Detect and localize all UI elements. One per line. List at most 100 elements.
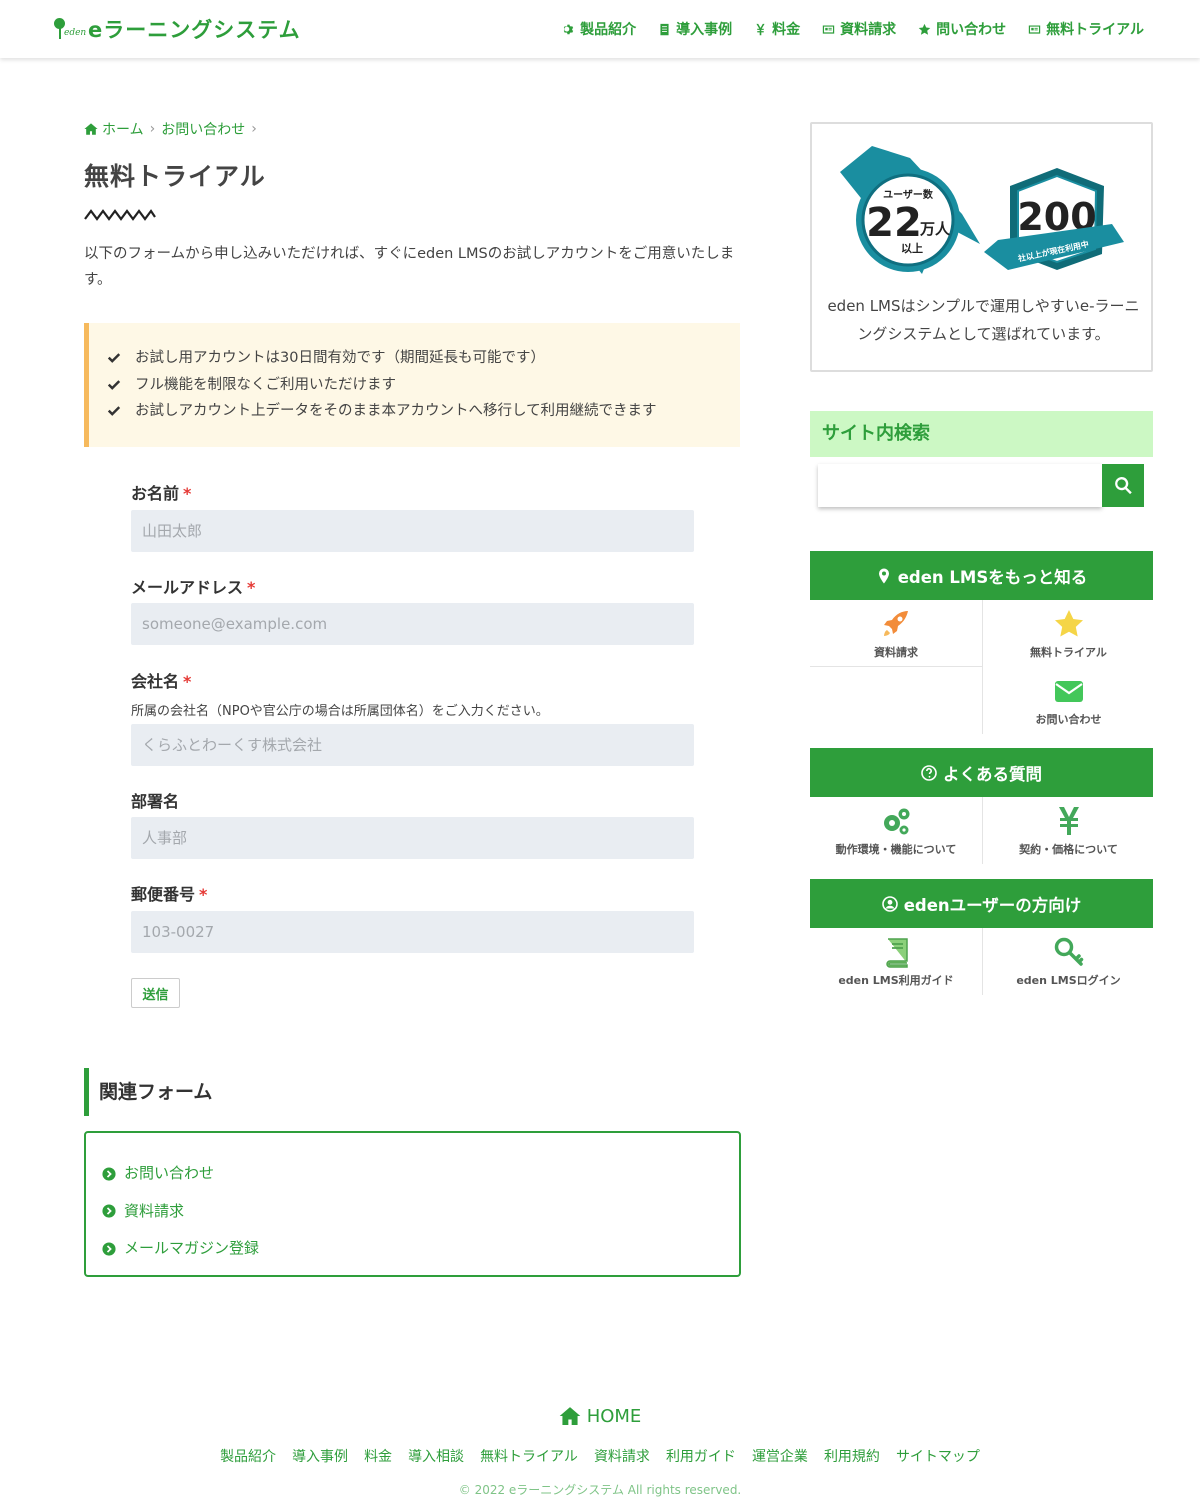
- related-forms-box: お問い合わせ 資料請求 メールマガジン登録: [84, 1131, 741, 1277]
- tile-contact[interactable]: お問い合わせ: [982, 667, 1154, 734]
- related-link-brochure[interactable]: 資料請求: [102, 1193, 739, 1231]
- site-search-input[interactable]: [818, 464, 1102, 507]
- copyright: © 2022 eラーニングシステム All rights reserved.: [458, 1483, 742, 1497]
- gears-icon: [884, 808, 910, 835]
- user-circle-icon: [881, 895, 898, 912]
- award-badges: ユーザー数 22 万人 以上 200 社以上が現在利用中: [840, 146, 1124, 274]
- envelope-icon: [1054, 681, 1083, 702]
- notice-item: お試しアカウント上データをそのまま本アカウントへ移行して利用継続できます: [107, 398, 740, 425]
- gear-icon: [563, 24, 574, 34]
- related-forms-title: 関連フォーム: [84, 1068, 212, 1116]
- nav-item-cases[interactable]: 導入事例: [658, 19, 732, 39]
- required-mark: *: [183, 672, 192, 691]
- circle-chevron-right-icon: [102, 1204, 116, 1218]
- name-input[interactable]: [131, 510, 694, 552]
- award-caption: eden LMSはシンプルで運用しやすいe-ラーニングシステムとして選ばれていま…: [827, 297, 1140, 343]
- footer-link[interactable]: 製品紹介: [220, 1446, 276, 1466]
- rocket-icon: [884, 611, 908, 636]
- company-help-text: 所属の会社名（NPOや官公庁の場合は所属団体名）をご入力ください。: [131, 704, 549, 719]
- footer-home-link[interactable]: HOME: [0, 1405, 1200, 1427]
- site-header: eden eラーニングシステム 製品紹介 導入事例 料金 資料請求 問い合わせ …: [0, 0, 1200, 58]
- circle-chevron-right-icon: [102, 1242, 116, 1256]
- home-icon: [559, 1407, 580, 1425]
- yen-icon: [756, 23, 765, 35]
- nav-item-free-trial[interactable]: 無料トライアル: [1028, 19, 1144, 39]
- home-icon: [84, 123, 98, 135]
- company-input[interactable]: [131, 724, 694, 766]
- department-label: 部署名: [131, 792, 180, 811]
- know-more-header: eden LMSをもっと知る: [810, 551, 1153, 600]
- footer-link[interactable]: 運営企業: [752, 1446, 808, 1466]
- trial-notice-box: お試し用アカウントは30日間有効です（期間延長も可能です） フル機能を制限なくご…: [84, 323, 740, 447]
- page-title: 無料トライアル: [84, 162, 266, 191]
- logo-text: eラーニングシステム: [88, 18, 301, 42]
- badge1-bottom-text: 以上: [901, 241, 923, 255]
- breadcrumb-separator: ›: [149, 121, 156, 137]
- site-logo[interactable]: eden eラーニングシステム: [52, 14, 301, 44]
- email-input[interactable]: [131, 603, 694, 645]
- title-squiggle-decoration: [84, 209, 156, 221]
- nav-item-pricing[interactable]: 料金: [754, 19, 800, 39]
- footer-link[interactable]: 料金: [364, 1446, 392, 1466]
- tile-user-guide[interactable]: eden LMS利用ガイド: [810, 928, 982, 995]
- company-label: 会社名 *: [131, 672, 192, 691]
- award-banner[interactable]: ユーザー数 22 万人 以上 200 社以上が現在利用中 eden LMSはシン…: [810, 122, 1153, 372]
- star-icon: [918, 23, 931, 35]
- footer-link[interactable]: 無料トライアル: [480, 1446, 578, 1466]
- footer-link[interactable]: サイトマップ: [896, 1446, 980, 1466]
- department-input[interactable]: [131, 817, 694, 859]
- breadcrumb: ホーム › お問い合わせ ›: [84, 119, 259, 139]
- circle-chevron-right-icon: [102, 1167, 116, 1181]
- tile-free-trial[interactable]: 無料トライアル: [982, 600, 1154, 667]
- footer-link[interactable]: 資料請求: [594, 1446, 650, 1466]
- name-label: お名前 *: [131, 484, 192, 503]
- footer-nav: 製品紹介 導入事例 料金 導入相談 無料トライアル 資料請求 利用ガイド 運営企…: [0, 1446, 1200, 1466]
- tile-brochure[interactable]: 資料請求: [810, 600, 982, 667]
- document-icon: [660, 23, 669, 35]
- badge1-number: 22: [866, 200, 922, 246]
- breadcrumb-home[interactable]: ホーム: [102, 119, 144, 139]
- faq-header: よくある質問: [810, 748, 1153, 797]
- related-link-newsletter[interactable]: メールマガジン登録: [102, 1230, 739, 1268]
- notice-item: フル機能を制限なくご利用いただけます: [107, 372, 740, 399]
- tile-environment[interactable]: 動作環境・機能について: [810, 797, 982, 864]
- postal-code-label: 郵便番号 *: [131, 885, 208, 904]
- nav-item-contact[interactable]: 問い合わせ: [918, 19, 1006, 39]
- required-mark: *: [247, 578, 256, 597]
- related-link-contact[interactable]: お問い合わせ: [102, 1155, 739, 1193]
- id-card-icon: [1028, 24, 1041, 34]
- yen-icon: [1058, 807, 1079, 835]
- email-label: メールアドレス *: [131, 578, 256, 597]
- map-pin-icon: [878, 568, 889, 583]
- global-nav: 製品紹介 導入事例 料金 資料請求 問い合わせ 無料トライアル: [562, 19, 1144, 39]
- postal-code-input[interactable]: [131, 911, 694, 953]
- question-circle-icon: [921, 764, 937, 781]
- id-card-icon: [822, 24, 835, 34]
- check-icon: [107, 353, 121, 364]
- footer-link[interactable]: 利用規約: [824, 1446, 880, 1466]
- star-icon: [1054, 610, 1083, 637]
- notice-item: お試し用アカウントは30日間有効です（期間延長も可能です）: [107, 345, 740, 372]
- submit-button[interactable]: 送信: [131, 978, 180, 1008]
- check-icon: [107, 406, 121, 417]
- breadcrumb-separator: ›: [251, 121, 257, 137]
- users-header: edenユーザーの方向け: [810, 879, 1153, 928]
- site-search-button[interactable]: [1102, 464, 1144, 507]
- required-mark: *: [183, 484, 192, 503]
- intro-text: 以下のフォームから申し込みいただければ、すぐにeden LMSのお試しアカウント…: [84, 246, 735, 288]
- required-mark: *: [199, 885, 208, 904]
- tile-pricing[interactable]: 契約・価格について: [982, 797, 1154, 864]
- badge1-unit: 万人: [919, 220, 951, 238]
- tile-login[interactable]: eden LMSログイン: [982, 928, 1154, 995]
- logo-mark-icon: eden: [52, 16, 86, 42]
- footer-link[interactable]: 導入相談: [408, 1446, 464, 1466]
- site-search-title: サイト内検索: [810, 411, 1153, 457]
- footer-link[interactable]: 利用ガイド: [666, 1446, 736, 1466]
- nav-item-brochure[interactable]: 資料請求: [822, 19, 896, 39]
- search-icon: [1114, 476, 1132, 495]
- check-icon: [107, 379, 121, 390]
- footer-link[interactable]: 導入事例: [292, 1446, 348, 1466]
- key-icon: [1054, 937, 1083, 966]
- nav-item-products[interactable]: 製品紹介: [562, 19, 636, 39]
- breadcrumb-contact[interactable]: お問い合わせ: [161, 119, 245, 139]
